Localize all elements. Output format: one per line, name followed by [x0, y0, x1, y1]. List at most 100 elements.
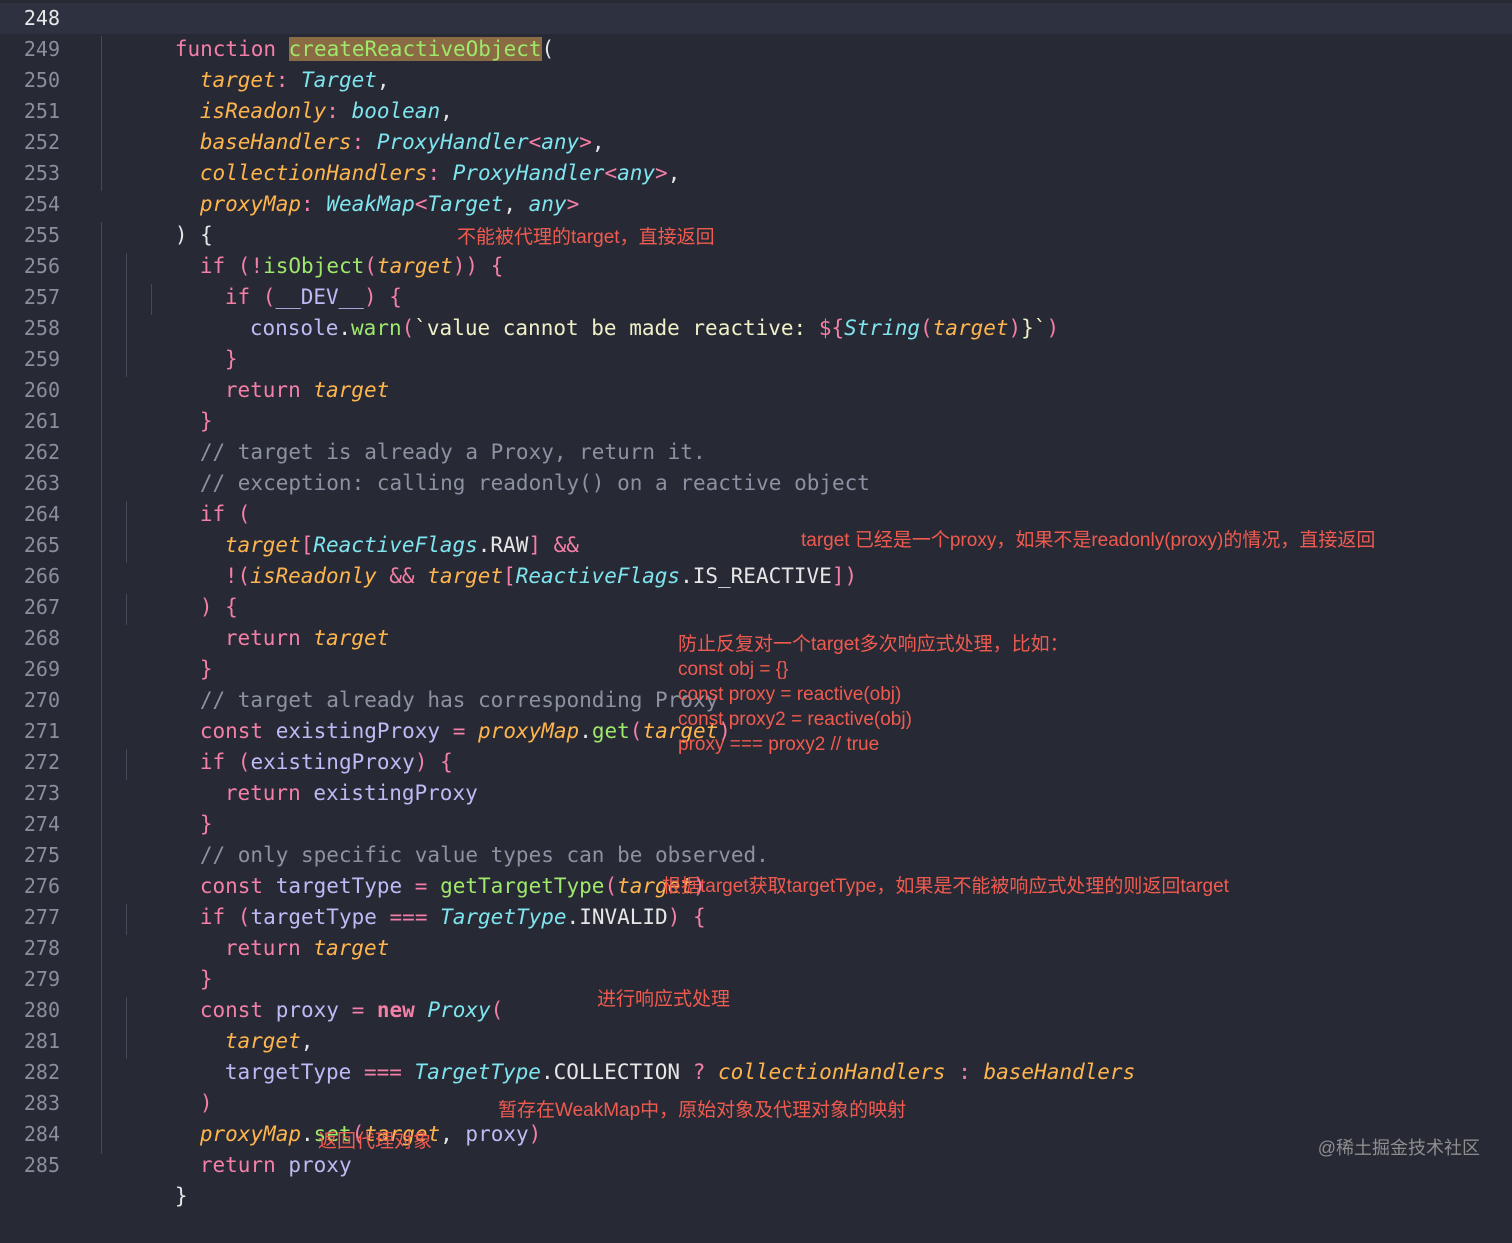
punctuation: ${ — [818, 316, 845, 340]
punctuation: [ — [503, 564, 516, 588]
code-line-251: baseHandlers: ProxyHandler<any>, — [124, 96, 605, 154]
code-line-257: console.warn(`value cannot be made react… — [174, 282, 1059, 340]
annotation-note: 不能被代理的target，直接返回 — [457, 227, 715, 248]
punctuation: ( — [541, 37, 555, 61]
type-name: Target — [427, 192, 504, 216]
code-line-268: } — [124, 623, 213, 681]
identifier: isReadonly — [250, 564, 377, 588]
operator: === — [351, 1060, 415, 1084]
annotation-note-line: const proxy = reactive(obj) — [678, 684, 902, 705]
line-number: 273 — [23, 781, 60, 805]
code-line-253: proxyMap: WeakMap<Target, any> — [124, 158, 579, 216]
line-number: 274 — [23, 812, 60, 836]
line-number: 265 — [23, 533, 60, 557]
code-line-281: targetType === TargetType.COLLECTION ? c… — [149, 1026, 1135, 1084]
code-line-265: !(isReadonly && target[ReactiveFlags.IS_… — [149, 530, 857, 588]
code-line-248: function createReactiveObject( — [99, 3, 554, 61]
type-name: ReactiveFlags — [515, 564, 681, 588]
identifier: target — [313, 626, 390, 650]
punctuation: > — [655, 161, 668, 185]
identifier: existingProxy — [313, 781, 478, 805]
code-line-255: if (!isObject(target)) { — [124, 220, 504, 278]
line-number: 282 — [23, 1060, 60, 1084]
annotation-note: 进行响应式处理 — [597, 989, 731, 1010]
line-number: 263 — [23, 471, 60, 495]
annotation-note-line: const obj = {} — [678, 659, 789, 680]
line-number: 268 — [23, 626, 60, 650]
property: COLLECTION — [553, 1060, 681, 1084]
indent-guide — [101, 222, 102, 1154]
code-line-273: } — [124, 778, 213, 836]
punctuation: . — [579, 719, 592, 743]
code-line-267: return target — [149, 592, 389, 650]
punctuation: ( — [237, 564, 251, 588]
annotation-note: 根据target获取targetType，如果是不能被响应式处理的则返回targ… — [662, 876, 1229, 897]
line-number: 262 — [23, 440, 60, 464]
code-line-285: } — [99, 1150, 188, 1208]
punctuation: )) { — [452, 254, 504, 278]
line-number: 266 — [23, 564, 60, 588]
punctuation: . — [540, 1060, 554, 1084]
operator: : — [945, 1060, 984, 1084]
line-number: 279 — [23, 967, 60, 991]
identifier: baseHandlers — [983, 1060, 1136, 1084]
code-line-270: const existingProxy = proxyMap.get(targe… — [124, 685, 731, 743]
identifier: console — [249, 316, 339, 340]
code-comment: // exception: calling readonly() on a re… — [199, 471, 870, 495]
punctuation: ]) — [831, 564, 858, 588]
annotation-note-block: 防止反复对一个target多次响应式处理，比如： const obj = {} … — [678, 632, 1069, 757]
line-number: 285 — [23, 1153, 60, 1177]
keyword: return — [224, 378, 314, 402]
property: IS_REACTIVE — [692, 564, 832, 588]
line-number: 267 — [23, 595, 60, 619]
code-line-252: collectionHandlers: ProxyHandler<any>, — [124, 127, 681, 185]
line-number: 258 — [23, 316, 60, 340]
punctuation: ( — [490, 998, 504, 1022]
line-number: 254 — [23, 192, 60, 216]
param-name: proxyMap — [199, 192, 302, 216]
line-number: 283 — [23, 1091, 60, 1115]
code-line-258: } — [149, 313, 238, 371]
code-line-254: ) { — [99, 189, 213, 247]
line-number: 271 — [23, 719, 60, 743]
code-line-256: if (__DEV__) { — [149, 251, 402, 309]
code-line-266: ) { — [124, 561, 238, 619]
code-editor[interactable]: 248 249 250 251 252 253 254 255 256 257 258 259 260 2… — [0, 0, 1512, 1208]
line-number: 251 — [23, 99, 60, 123]
watermark: @稀土掘金技术社区 — [1317, 1138, 1480, 1158]
operator: = — [338, 998, 377, 1022]
line-number: 277 — [23, 905, 60, 929]
type-name: WeakMap — [326, 192, 415, 216]
line-number: 280 — [23, 998, 60, 1022]
keyword: new — [376, 998, 428, 1022]
line-number: 270 — [23, 688, 60, 712]
code-line-271: if (existingProxy) { — [124, 716, 453, 774]
keyword: return — [224, 626, 314, 650]
punctuation: ( — [920, 316, 933, 340]
line-number: 272 — [23, 750, 60, 774]
code-line-278: } — [124, 933, 213, 991]
annotation-note-line: proxy === proxy2 // true — [678, 734, 880, 755]
line-number: 256 — [23, 254, 60, 278]
type-name: String — [844, 316, 920, 340]
property: INVALID — [579, 905, 668, 929]
line-number: 276 — [23, 874, 60, 898]
punctuation: . — [566, 905, 580, 929]
identifier: proxy — [288, 1153, 352, 1177]
line-number: 248 — [23, 6, 60, 30]
line-number: 249 — [23, 37, 60, 61]
identifier: proxy — [465, 1122, 529, 1146]
line-number: 260 — [23, 378, 60, 402]
code-line-250: isReadonly: boolean, — [124, 65, 453, 123]
punctuation: ) { — [667, 905, 706, 929]
code-line-274: // only specific value types can be obse… — [124, 809, 769, 867]
type-name: Proxy — [427, 998, 491, 1022]
identifier: proxyMap — [478, 719, 580, 743]
line-number: 259 — [23, 347, 60, 371]
punctuation: ) — [528, 1122, 542, 1146]
identifier: target — [427, 564, 504, 588]
code-line-276: if (targetType === TargetType.INVALID) { — [124, 871, 706, 929]
type-name: any — [617, 161, 656, 185]
string-literal: }` — [1021, 316, 1047, 340]
code-line-283: proxyMap.set(target, proxy) — [124, 1088, 541, 1146]
